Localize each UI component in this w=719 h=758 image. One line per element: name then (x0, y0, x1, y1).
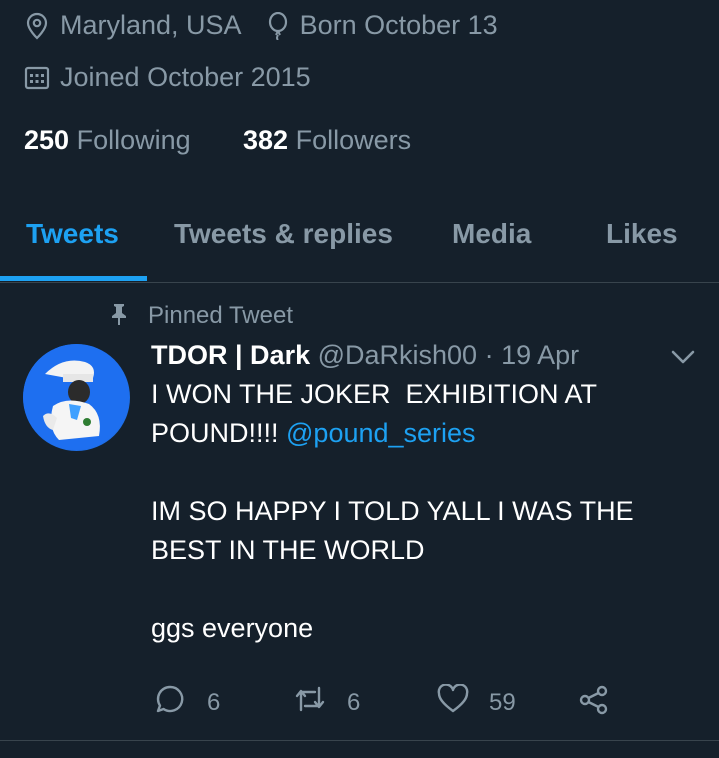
reply-count: 6 (207, 688, 221, 716)
tweet-header: TDOR | Dark @DaRkish00 · 19 Apr (151, 340, 579, 371)
like-icon (437, 683, 469, 721)
mention-link[interactable]: @pound_series (286, 418, 476, 448)
calendar-icon (24, 65, 50, 91)
tweet-text: POUND!!!! (151, 418, 287, 448)
active-tab-indicator (0, 276, 147, 281)
tab-likes[interactable]: Likes (606, 218, 678, 250)
like-count: 59 (489, 688, 516, 716)
followers-label: Followers (295, 125, 412, 155)
tweet-date[interactable]: 19 Apr (501, 340, 579, 370)
profile-tabs: Tweets Tweets & replies Media Likes (0, 190, 719, 283)
following-label: Following (76, 125, 191, 155)
tweet-divider (0, 740, 719, 741)
tweet-body: I WON THE JOKER EXHIBITION AT POUND!!!! … (151, 375, 691, 648)
display-name[interactable]: TDOR | Dark (151, 340, 310, 370)
location-pin-icon (24, 12, 50, 40)
pin-icon (110, 303, 128, 330)
reply-icon (155, 684, 185, 721)
chevron-down-icon[interactable] (668, 346, 698, 373)
tab-tweets[interactable]: Tweets (26, 218, 119, 250)
followers-stat[interactable]: 382 Followers (243, 125, 411, 156)
retweet-button[interactable]: 6 (293, 684, 360, 721)
share-icon (578, 685, 610, 720)
like-button[interactable]: 59 (437, 683, 516, 721)
tab-media[interactable]: Media (452, 218, 531, 250)
tweet-line: I WON THE JOKER EXHIBITION AT (151, 379, 598, 409)
retweet-count: 6 (347, 688, 361, 716)
tweet-line: BEST IN THE WORLD (151, 535, 425, 565)
pinned-indicator: Pinned Tweet (110, 302, 293, 330)
share-button[interactable] (578, 684, 610, 721)
birthday-text: Born October 13 (299, 10, 498, 40)
birthday-balloon-icon (266, 11, 290, 40)
reply-button[interactable]: 6 (155, 684, 220, 721)
handle[interactable]: @DaRkish00 (318, 340, 477, 370)
following-count: 250 (24, 125, 70, 155)
tweet-line: ggs everyone (151, 613, 314, 643)
retweet-icon (293, 684, 327, 721)
tweet-line: POUND!!!! @pound_series (151, 414, 691, 453)
followers-count: 382 (243, 125, 289, 155)
location-row: Maryland, USA Born October 13 (24, 10, 498, 41)
joined-text: Joined October 2015 (60, 62, 311, 92)
pinned-label: Pinned Tweet (148, 302, 293, 329)
tweet-line: IM SO HAPPY I TOLD YALL I WAS THE (151, 496, 634, 526)
tab-tweets-and-replies[interactable]: Tweets & replies (174, 218, 393, 250)
location-text: Maryland, USA (60, 10, 242, 40)
header-separator: · (484, 340, 494, 370)
avatar[interactable] (23, 344, 130, 451)
joined-row: Joined October 2015 (24, 62, 311, 93)
following-stat[interactable]: 250 Following (24, 125, 191, 156)
